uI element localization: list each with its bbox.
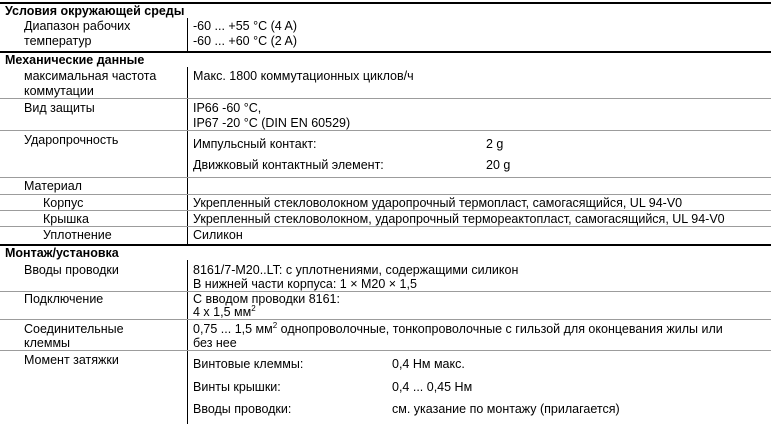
row-separator bbox=[0, 98, 771, 99]
label-protection: Вид защиты bbox=[24, 101, 95, 115]
label-temperature-range-cont: температур bbox=[24, 34, 92, 48]
label-temperature-range: Диапазон рабочих bbox=[24, 19, 131, 33]
torque-cover-screws-label: Винты крышки: bbox=[193, 380, 281, 394]
value-protection-ip66: IP66 -60 °C, bbox=[193, 101, 262, 115]
shock-slide-contact-label: Движковый контактный элемент: bbox=[193, 158, 384, 172]
label-material-cover: Крышка bbox=[43, 212, 89, 226]
value-terminals-range: 0,75 ... 1,5 мм2 однопроволочные, тонкоп… bbox=[193, 320, 723, 336]
row-separator bbox=[0, 130, 771, 131]
value-cable-entries-type: 8161/7-M20..LT: с уплотнениями, содержащ… bbox=[193, 263, 519, 277]
label-terminals: Соединительные bbox=[24, 322, 124, 336]
value-max-switching-frequency: Макс. 1800 коммутационных циклов/ч bbox=[193, 69, 414, 83]
label-material: Материал bbox=[24, 179, 82, 193]
value-connection-entry: С вводом проводки 8161: bbox=[193, 292, 340, 306]
row-separator bbox=[0, 177, 771, 178]
value-terminals-range-cont: без нее bbox=[193, 336, 237, 350]
label-material-body: Корпус bbox=[43, 196, 84, 210]
value-temperature-2a: -60 ... +60 °C (2 A) bbox=[193, 34, 298, 48]
torque-cover-screws-value: 0,4 ... 0,45 Нм bbox=[392, 380, 473, 394]
label-max-switching-frequency: максимальная частота bbox=[24, 69, 157, 83]
shock-impulse-contact-value: 2 g bbox=[486, 137, 504, 151]
section-header-mechanical: Механические данные bbox=[0, 51, 771, 67]
row-separator bbox=[0, 291, 771, 292]
label-connection: Подключение bbox=[24, 292, 104, 306]
label-max-switching-frequency-cont: коммутации bbox=[24, 84, 94, 98]
value-temperature-4a: -60 ... +55 °C (4 A) bbox=[193, 19, 298, 33]
row-separator bbox=[0, 226, 771, 227]
value-protection-ip67: IP67 -20 °C (DIN EN 60529) bbox=[193, 116, 351, 130]
torque-terminals-label: Винтовые клеммы: bbox=[193, 357, 304, 371]
value-material-cover: Укрепленный стекловолокном, ударопрочный… bbox=[193, 212, 725, 226]
shock-slide-contact-value: 20 g bbox=[486, 158, 511, 172]
column-divider bbox=[187, 67, 188, 244]
section-header-environment: Условия окружающей среды bbox=[0, 2, 771, 18]
shock-impulse-contact-label: Импульсный контакт: bbox=[193, 137, 317, 151]
label-cable-entries: Вводы проводки bbox=[24, 263, 119, 277]
value-material-body: Укрепленный стекловолокном ударопрочный … bbox=[193, 196, 683, 210]
row-separator bbox=[0, 350, 771, 351]
column-divider bbox=[187, 18, 188, 51]
label-shock-resistance: Ударопрочность bbox=[24, 133, 119, 147]
label-terminals-cont: клеммы bbox=[24, 336, 71, 350]
torque-terminals-value: 0,4 Нм макс. bbox=[392, 357, 465, 371]
label-material-seal: Уплотнение bbox=[43, 228, 112, 242]
torque-cable-entries-label: Вводы проводки: bbox=[193, 402, 292, 416]
value-material-seal: Силикон bbox=[193, 228, 243, 242]
value-connection-cross-section: 4 x 1,5 мм2 bbox=[193, 303, 256, 319]
torque-cable-entries-value: см. указание по монтажу (прилагается) bbox=[392, 402, 620, 416]
row-separator bbox=[0, 210, 771, 211]
column-divider bbox=[187, 260, 188, 424]
label-tightening-torque: Момент затяжки bbox=[24, 353, 119, 367]
row-separator bbox=[0, 194, 771, 195]
section-header-mounting: Монтаж/установка bbox=[0, 244, 771, 260]
value-cable-entries-bottom: В нижней части корпуса: 1 × M20 × 1,5 bbox=[193, 277, 417, 291]
row-separator bbox=[0, 319, 771, 320]
